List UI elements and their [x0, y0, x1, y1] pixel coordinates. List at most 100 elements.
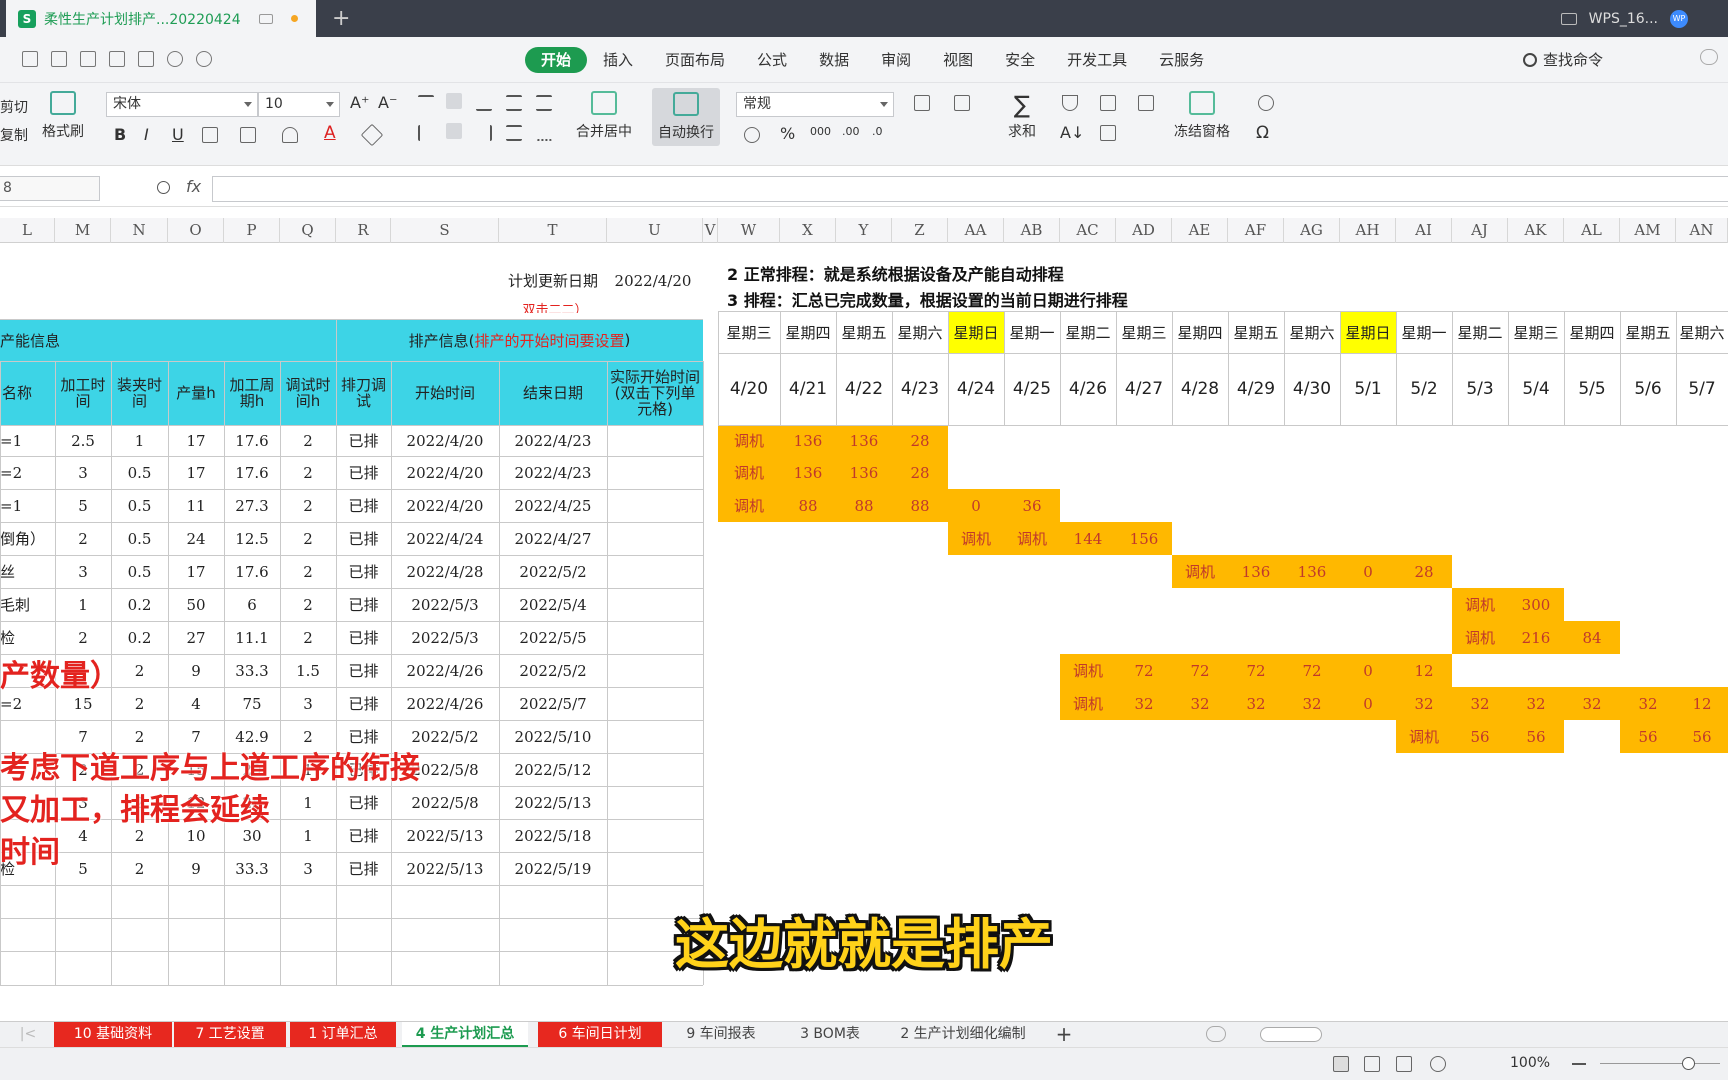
gantt-cell-6-1[interactable]: 216 — [1508, 621, 1564, 654]
row-4-cell-0[interactable]: 丝 — [0, 555, 55, 588]
menu-6[interactable]: 视图 — [927, 47, 989, 73]
gantt-cell-3-0[interactable]: 调机 — [948, 522, 1004, 555]
menu-3[interactable]: 公式 — [741, 47, 803, 73]
column-Q[interactable]: Q — [280, 218, 336, 243]
align-center-icon[interactable] — [446, 123, 462, 139]
sheet-tab-4[interactable]: 6 车间日计划 — [538, 1022, 662, 1047]
row-9-cell-8[interactable]: 2022/5/10 — [499, 720, 607, 753]
row-1-cell-5[interactable]: 2 — [280, 456, 336, 489]
gantt-cell-9-0[interactable]: 调机 — [1396, 720, 1452, 753]
grow-font-icon[interactable]: A⁺ — [350, 93, 369, 112]
column-V[interactable]: V — [703, 218, 718, 243]
row-1-cell-3[interactable]: 17 — [168, 456, 224, 489]
gantt-cell-8-4[interactable]: 32 — [1284, 687, 1340, 720]
row-2-cell-7[interactable]: 2022/4/20 — [391, 489, 499, 522]
row-3-cell-1[interactable]: 2 — [55, 522, 111, 555]
gantt-cell-8-1[interactable]: 32 — [1116, 687, 1172, 720]
row-0-cell-0[interactable]: =1 — [0, 425, 55, 456]
row-2-cell-1[interactable]: 5 — [55, 489, 111, 522]
row-2-cell-3[interactable]: 11 — [168, 489, 224, 522]
column-O[interactable]: O — [168, 218, 224, 243]
column-N[interactable]: N — [111, 218, 168, 243]
row-3-cell-4[interactable]: 12.5 — [224, 522, 280, 555]
menu-1[interactable]: 插入 — [587, 47, 649, 73]
sum-button[interactable]: ∑ 求和 — [1008, 91, 1036, 141]
sheet-tab-2[interactable]: 1 订单汇总 — [290, 1022, 396, 1047]
row-1-cell-0[interactable]: =2 — [0, 456, 55, 489]
row-3-cell-2[interactable]: 0.5 — [111, 522, 168, 555]
gantt-cell-8-5[interactable]: 0 — [1340, 687, 1396, 720]
page-layout-icon[interactable] — [1364, 1056, 1380, 1072]
row-11-cell-7[interactable]: 2022/5/8 — [391, 786, 499, 819]
gantt-cell-4-3[interactable]: 0 — [1340, 555, 1396, 588]
row-3-cell-5[interactable]: 2 — [280, 522, 336, 555]
row-6-cell-5[interactable]: 2 — [280, 621, 336, 654]
cell-format-icon[interactable] — [240, 127, 256, 143]
row-12-cell-5[interactable]: 1 — [280, 819, 336, 852]
column-L[interactable]: L — [0, 218, 55, 243]
menu-2[interactable]: 页面布局 — [649, 47, 741, 73]
gantt-cell-7-6[interactable]: 12 — [1396, 654, 1452, 687]
monitor-icon[interactable] — [258, 13, 273, 24]
gantt-cell-2-2[interactable]: 88 — [836, 489, 892, 522]
document-tab[interactable]: S 柔性生产计划排产...20220424 — [6, 0, 316, 37]
column-X[interactable]: X — [780, 218, 836, 243]
redo-icon[interactable] — [196, 51, 212, 67]
add-sheet-icon[interactable]: + — [1052, 1022, 1076, 1047]
gantt-cell-2-0[interactable]: 调机 — [718, 489, 780, 522]
gantt-cell-6-0[interactable]: 调机 — [1452, 621, 1508, 654]
row-1-cell-1[interactable]: 3 — [55, 456, 111, 489]
align-left-icon[interactable] — [418, 125, 434, 141]
column-AC[interactable]: AC — [1060, 218, 1116, 243]
row-6-cell-4[interactable]: 11.1 — [224, 621, 280, 654]
fill-color-icon[interactable] — [282, 127, 298, 143]
gantt-cell-4-4[interactable]: 28 — [1396, 555, 1452, 588]
row-4-cell-6[interactable]: 已排 — [336, 555, 391, 588]
undo-icon[interactable] — [167, 51, 183, 67]
filter-icon[interactable] — [1062, 95, 1078, 111]
column-AI[interactable]: AI — [1396, 218, 1452, 243]
row-5-cell-5[interactable]: 2 — [280, 588, 336, 621]
row-8-cell-4[interactable]: 75 — [224, 687, 280, 720]
align-top-icon[interactable] — [418, 95, 434, 111]
column-AK[interactable]: AK — [1508, 218, 1564, 243]
row-1-cell-4[interactable]: 17.6 — [224, 456, 280, 489]
page-break-icon[interactable] — [1396, 1056, 1412, 1072]
zoom-level[interactable]: 100% — [1510, 1055, 1550, 1071]
row-1-cell-8[interactable]: 2022/4/23 — [499, 456, 607, 489]
sheet-tab-7[interactable]: 2 生产计划细化编制 — [880, 1022, 1046, 1047]
sheet-tab-1[interactable]: 7 工艺设置 — [174, 1022, 286, 1047]
save-icon[interactable] — [51, 51, 67, 67]
comment-icon[interactable] — [1700, 49, 1718, 65]
row-4-cell-5[interactable]: 2 — [280, 555, 336, 588]
column-Y[interactable]: Y — [836, 218, 892, 243]
zoom-slider-thumb[interactable] — [1682, 1057, 1695, 1070]
font-color-icon[interactable]: A — [324, 123, 336, 143]
gantt-cell-3-2[interactable]: 144 — [1060, 522, 1116, 555]
column-S[interactable]: S — [391, 218, 499, 243]
zoom-out-icon[interactable] — [1572, 1063, 1586, 1065]
row-7-cell-3[interactable]: 9 — [168, 654, 224, 687]
copy-button[interactable]: 复制 — [0, 125, 28, 145]
gantt-cell-8-8[interactable]: 32 — [1508, 687, 1564, 720]
row-12-cell-7[interactable]: 2022/5/13 — [391, 819, 499, 852]
row-13-cell-8[interactable]: 2022/5/19 — [499, 852, 607, 885]
gantt-cell-2-5[interactable]: 36 — [1004, 489, 1060, 522]
gantt-cell-4-0[interactable]: 调机 — [1172, 555, 1228, 588]
clear-icon[interactable] — [360, 123, 384, 147]
align-middle-icon[interactable] — [446, 93, 462, 109]
row-3-cell-7[interactable]: 2022/4/24 — [391, 522, 499, 555]
row-3-cell-8[interactable]: 2022/4/27 — [499, 522, 607, 555]
column-AG[interactable]: AG — [1284, 218, 1340, 243]
gantt-cell-9-1[interactable]: 56 — [1452, 720, 1508, 753]
row-2-cell-5[interactable]: 2 — [280, 489, 336, 522]
column-AH[interactable]: AH — [1340, 218, 1396, 243]
rows-columns-icon[interactable] — [1138, 95, 1154, 111]
row-6-cell-2[interactable]: 0.2 — [111, 621, 168, 654]
column-P[interactable]: P — [224, 218, 280, 243]
row-8-cell-3[interactable]: 4 — [168, 687, 224, 720]
gantt-cell-3-3[interactable]: 156 — [1116, 522, 1172, 555]
row-4-cell-7[interactable]: 2022/4/28 — [391, 555, 499, 588]
font-select[interactable]: 宋体 — [106, 92, 258, 117]
gantt-cell-8-6[interactable]: 32 — [1396, 687, 1452, 720]
